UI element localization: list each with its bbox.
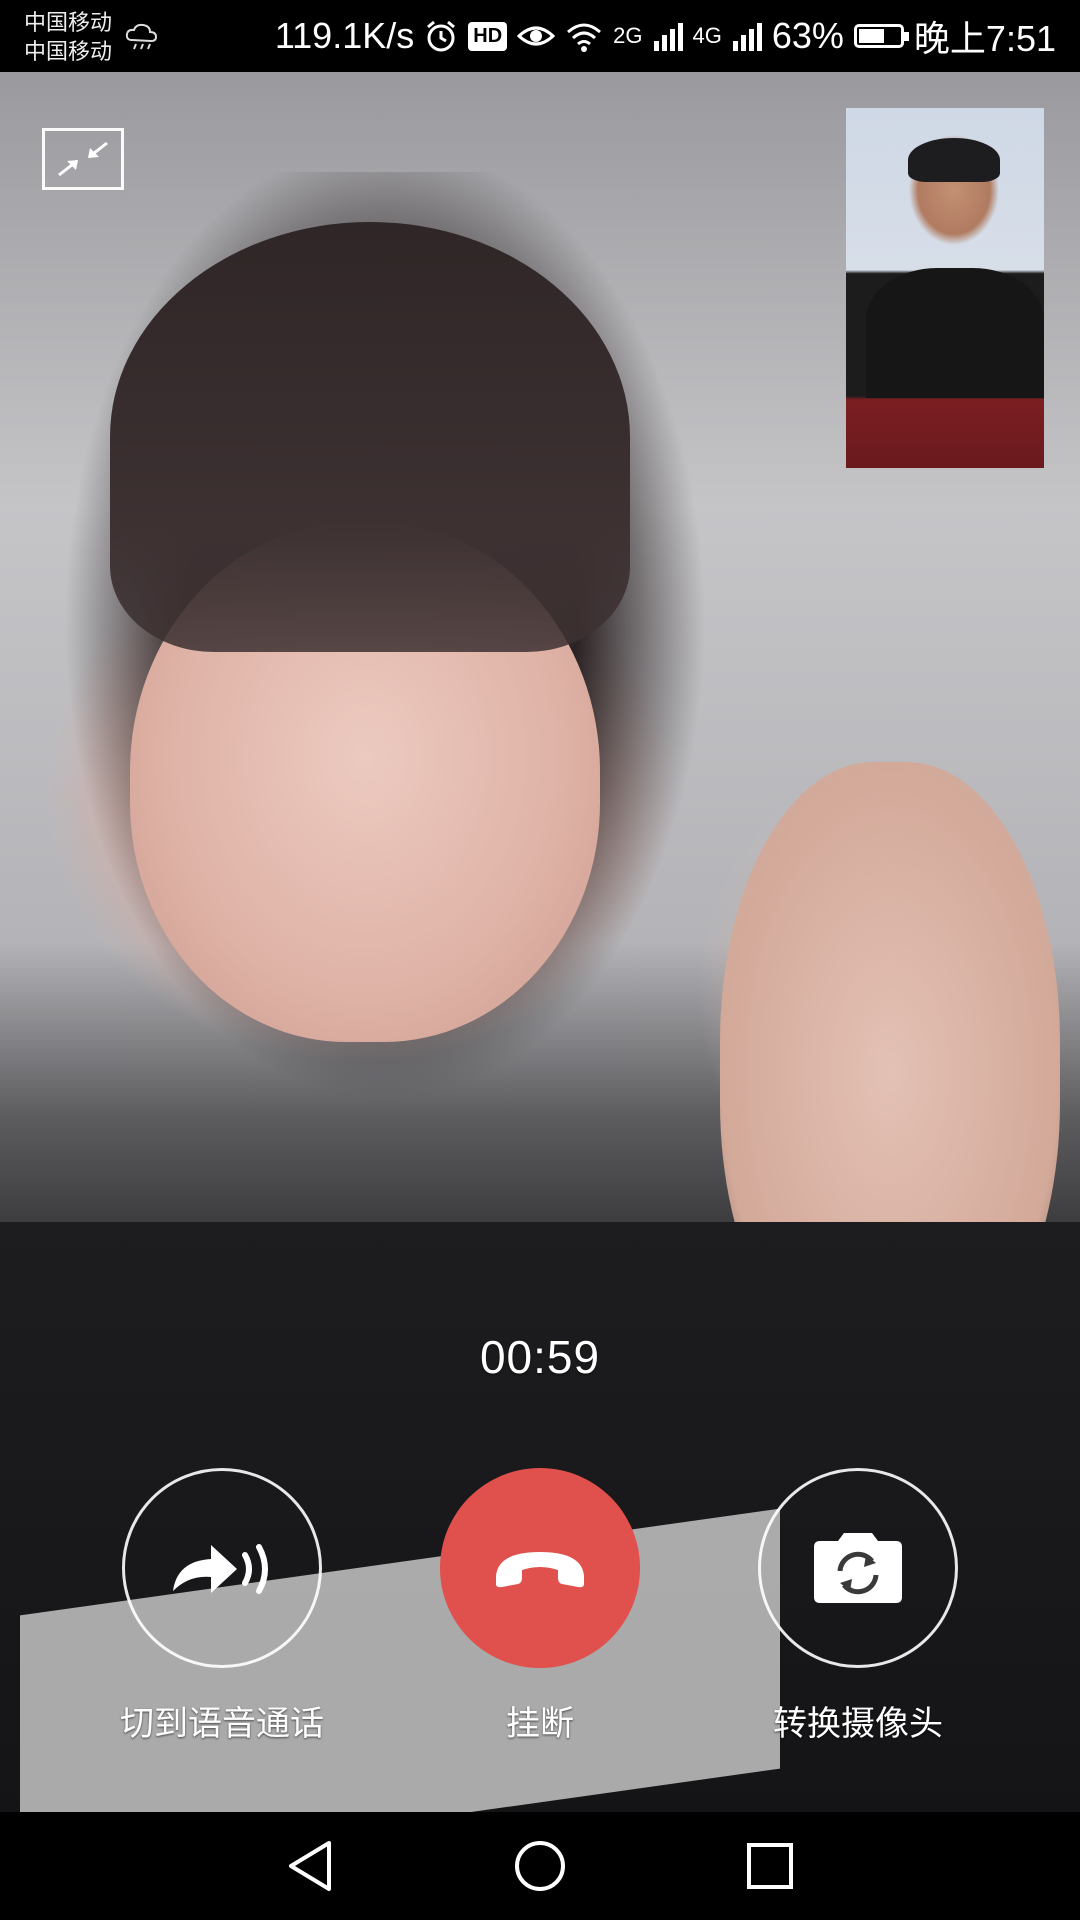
local-preview-body: [866, 268, 1044, 398]
hang-up-control[interactable]: 挂断: [430, 1468, 650, 1745]
hd-icon: HD: [468, 21, 508, 51]
back-button[interactable]: [280, 1836, 340, 1896]
switch-camera-control[interactable]: 转换摄像头: [748, 1468, 968, 1745]
switch-camera-label: 转换摄像头: [773, 1705, 943, 1743]
minimize-arrows-icon: [58, 141, 108, 177]
signal-icon: [653, 23, 683, 51]
network-speed: 119.1K/s: [274, 15, 415, 56]
minimize-button[interactable]: [42, 128, 124, 190]
clock: 晚上7:51: [913, 18, 1056, 59]
camera-switch-icon: [814, 1533, 902, 1603]
switch-camera-button[interactable]: [758, 1468, 958, 1668]
battery-fill: [858, 29, 884, 43]
signal-1-label: 2G: [613, 23, 643, 48]
call-timer: 00:59: [479, 1331, 601, 1383]
carrier-1: 中国移动: [24, 10, 113, 35]
status-bar: 中国移动 中国移动 119.1K/s HD 2G 4G 63% 晚上7:51: [0, 0, 1080, 72]
signal-2-label: 4G: [692, 23, 722, 48]
switch-to-voice-button[interactable]: [122, 1468, 322, 1668]
wifi-icon: [567, 23, 602, 52]
phone-hangup-icon: [496, 1552, 584, 1588]
local-preview[interactable]: [846, 108, 1044, 468]
voice-switch-icon: [173, 1544, 268, 1594]
recents-button[interactable]: [740, 1836, 800, 1896]
home-icon: [515, 1841, 565, 1891]
home-button[interactable]: [510, 1836, 570, 1896]
hang-up-label: 挂断: [506, 1705, 574, 1743]
remote-bangs: [110, 222, 630, 652]
signal-icon-2: [732, 23, 762, 51]
local-preview-hair: [908, 138, 1000, 182]
switch-to-voice-control[interactable]: 切到语音通话: [112, 1468, 332, 1745]
navigation-bar: [0, 1812, 1080, 1920]
battery-percent: 63%: [771, 15, 844, 56]
carrier-2: 中国移动: [24, 39, 113, 64]
battery-icon: [853, 24, 909, 48]
hang-up-button[interactable]: [440, 1468, 640, 1668]
alarm-icon: [427, 20, 456, 52]
weather-rain-icon: [125, 23, 158, 50]
recents-icon: [747, 1843, 793, 1889]
back-icon: [289, 1841, 331, 1891]
eye-icon: [517, 26, 556, 46]
switch-to-voice-label: 切到语音通话: [120, 1705, 324, 1743]
carrier-info: 中国移动 中国移动: [24, 8, 112, 66]
